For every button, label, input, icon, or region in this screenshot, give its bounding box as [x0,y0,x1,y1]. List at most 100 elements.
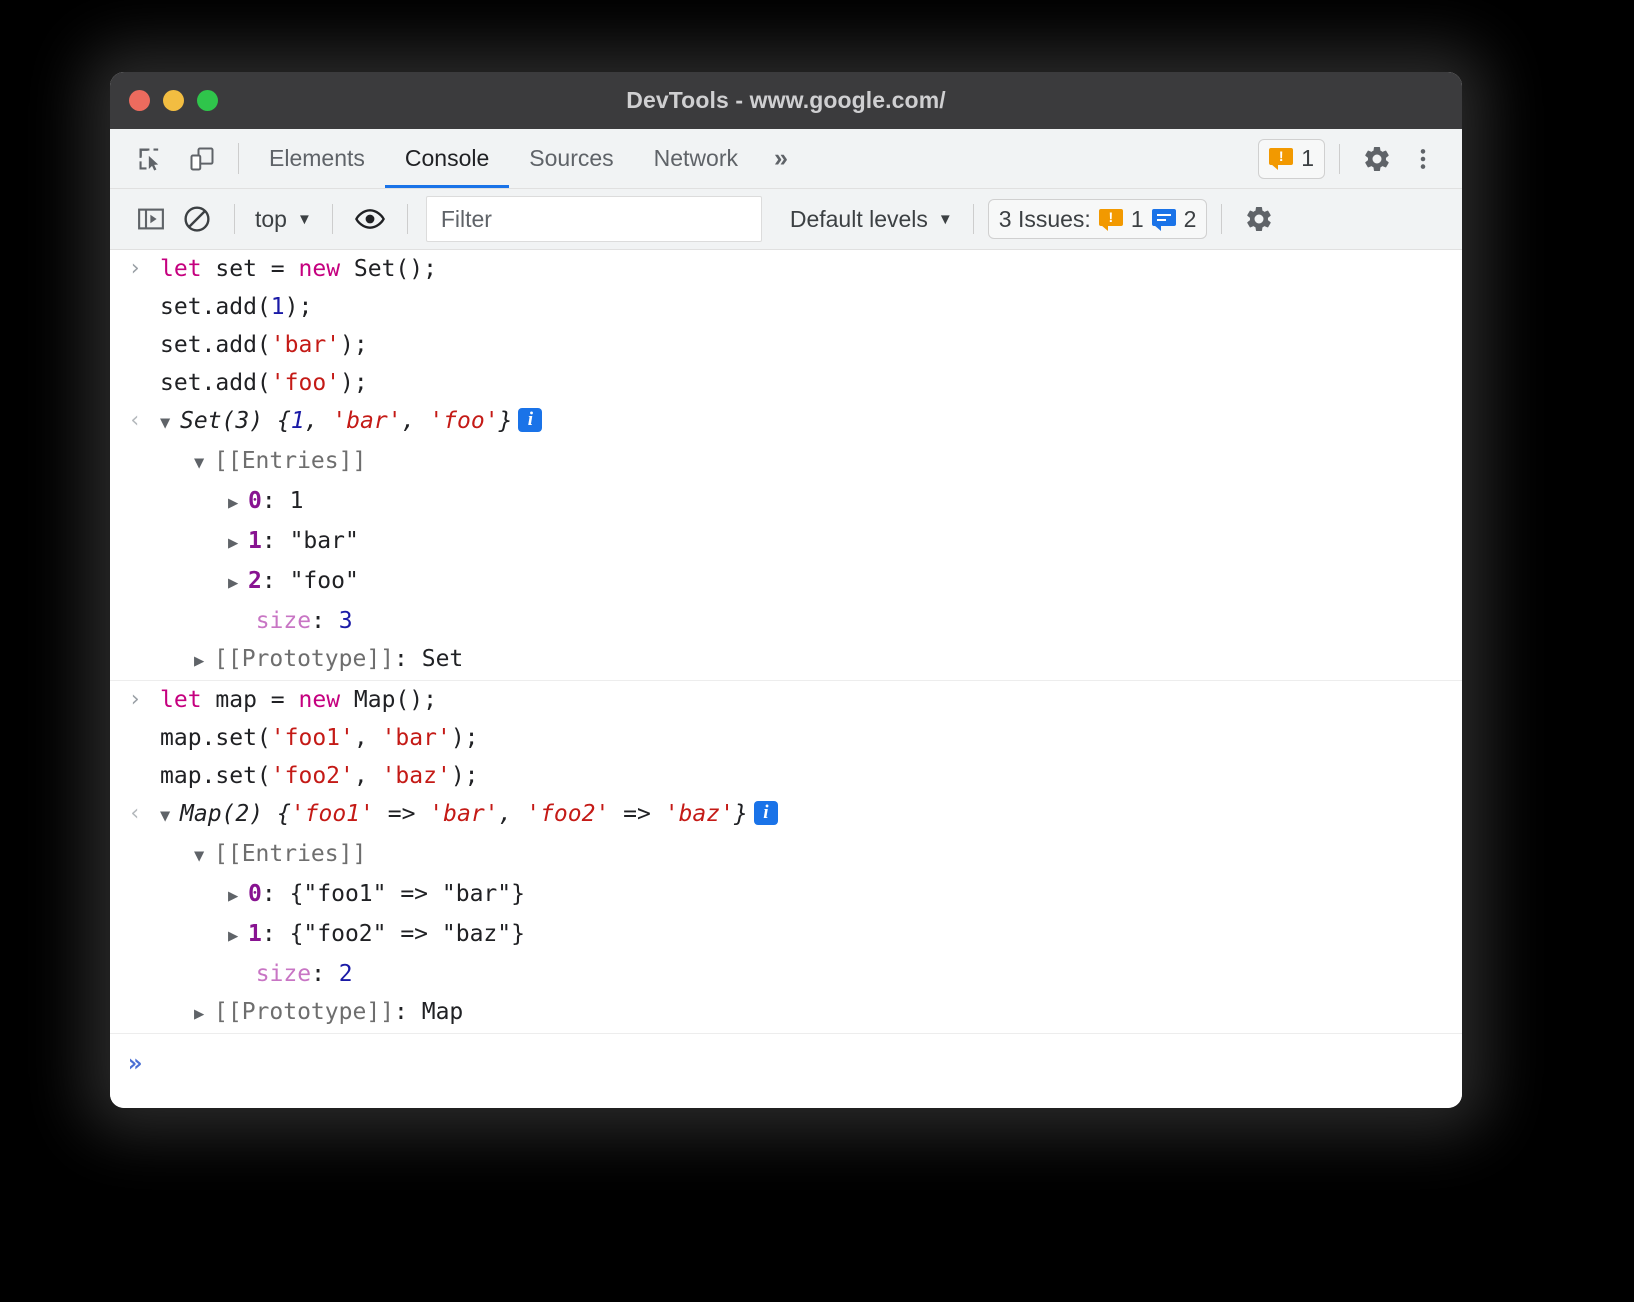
code-token: 'foo' [271,370,340,396]
code-token: 'foo2' [526,801,609,827]
text: : [394,646,422,672]
toggle-device-toolbar-button[interactable] [176,129,228,188]
console-line-content: size: 2 [160,955,1462,993]
console-input-line: map.set('foo2', 'baz'); [110,757,1462,795]
gear-icon [1362,144,1392,174]
issues-counter-button[interactable]: 3 Issues: ! 1 2 [988,199,1208,239]
text: 1 [248,528,262,554]
code-token: Map(); [340,687,437,713]
text: : [262,921,290,947]
disclosure-triangle-closed-icon[interactable]: ▶ [194,995,214,1033]
console-line-content: ▶2: "foo" [160,562,1462,602]
clear-console-button[interactable] [174,197,220,241]
console-line-content: ▶0: {"foo1" => "bar"} [160,875,1462,915]
console-line-content: ▼Map(2) {'foo1' => 'bar', 'foo2' => 'baz… [160,795,1462,835]
code-token: let [160,687,202,713]
maximize-window-button[interactable] [197,90,218,111]
disclosure-triangle-open-icon[interactable]: ▼ [160,404,180,442]
clear-console-icon [182,204,212,234]
code-token: 'foo2' [271,763,354,789]
text: size [256,608,311,634]
log-levels-selector[interactable]: Default levels ▼ [784,206,959,233]
text: {"foo1" => "bar"} [290,881,525,907]
text: 3 [339,608,353,634]
console-input-line: ›let map = new Map(); [110,681,1462,719]
device-toolbar-icon [188,145,216,173]
eye-icon [354,203,386,235]
console-message-list[interactable]: ›let set = new Set();set.add(1);set.add(… [110,250,1462,1108]
text: : [311,961,339,987]
console-settings-button[interactable] [1236,197,1282,241]
chevron-down-icon: ▼ [297,211,312,228]
entries-node: ▼[[Entries]] [110,442,1462,482]
console-line-content: ▶1: {"foo2" => "baz"} [160,915,1462,955]
console-prompt-chevron-icon: » [110,1040,160,1086]
tabbar-right-divider [1339,144,1340,174]
console-toolbar-divider-1 [234,204,235,234]
disclosure-triangle-open-icon[interactable]: ▼ [194,837,214,875]
console-prompt-row[interactable]: » [110,1034,1462,1086]
code-token: = [271,256,299,282]
devtools-settings-button[interactable] [1354,144,1400,174]
code-token: set.add( [160,370,271,396]
code-token: , [305,408,333,434]
info-badge-icon[interactable]: i [518,408,542,432]
console-line-content: set.add(1); [160,288,1462,326]
toggle-console-sidebar-button[interactable] [128,197,174,241]
console-result-header: ‹▼Set(3) {1, 'bar', 'foo'}i [110,402,1462,442]
code-token: 'bar' [332,408,401,434]
console-toolbar: top ▼ Filter Default levels ▼ 3 Issues: … [110,189,1462,250]
code-token: 'baz' [665,801,734,827]
disclosure-triangle-open-icon[interactable]: ▼ [194,444,214,482]
tab-network[interactable]: Network [634,129,758,188]
devtools-main-menu-button[interactable] [1400,146,1446,172]
disclosure-triangle-closed-icon[interactable]: ▶ [228,564,248,602]
console-line-content: let map = new Map(); [160,681,1462,719]
info-badge-icon[interactable]: i [754,801,778,825]
code-token: { [277,801,291,827]
console-line-content: map.set('foo1', 'bar'); [160,719,1462,757]
code-token: 'bar' [382,725,451,751]
code-token: ); [340,332,368,358]
more-tabs-button[interactable]: » [758,129,804,188]
text: {"foo2" => "baz"} [290,921,525,947]
code-token: let [160,256,202,282]
tab-console[interactable]: Console [385,129,509,188]
code-token: } [734,801,748,827]
tab-sources[interactable]: Sources [509,129,633,188]
disclosure-triangle-closed-icon[interactable]: ▶ [228,877,248,915]
warning-count-badge[interactable]: ! 1 [1258,139,1325,179]
code-token: 'baz' [382,763,451,789]
console-filter-input[interactable]: Filter [426,196,762,242]
window-titlebar: DevTools - www.google.com/ [110,72,1462,129]
text: : [262,528,290,554]
text: 0 [248,881,262,907]
window-title: DevTools - www.google.com/ [110,87,1462,114]
console-message-group: ›let set = new Set();set.add(1);set.add(… [110,250,1462,681]
size-row: size: 2 [110,955,1462,993]
disclosure-triangle-closed-icon[interactable]: ▶ [228,524,248,562]
text [228,608,256,634]
console-gutter-glyph: › [110,250,160,288]
console-toolbar-divider-5 [1221,204,1222,234]
inspect-element-icon [136,145,164,173]
console-line-content: ▼[[Entries]] [160,835,1462,875]
minimize-window-button[interactable] [163,90,184,111]
text: : [262,568,290,594]
entries-node: ▼[[Entries]] [110,835,1462,875]
inspect-element-button[interactable] [124,129,176,188]
disclosure-triangle-closed-icon[interactable]: ▶ [228,484,248,522]
disclosure-triangle-open-icon[interactable]: ▼ [160,797,180,835]
text: [[Entries]] [214,841,366,867]
disclosure-triangle-closed-icon[interactable]: ▶ [194,642,214,680]
disclosure-triangle-closed-icon[interactable]: ▶ [228,917,248,955]
create-live-expression-button[interactable] [347,197,393,241]
code-token: ); [451,725,479,751]
execution-context-selector[interactable]: top ▼ [249,206,318,233]
prototype-row: ▶[[Prototype]]: Set [110,640,1462,680]
close-window-button[interactable] [129,90,150,111]
console-line-content: ▶[[Prototype]]: Set [160,640,1462,680]
tab-elements[interactable]: Elements [249,129,385,188]
text: 2 [248,568,262,594]
code-token: , [499,801,527,827]
